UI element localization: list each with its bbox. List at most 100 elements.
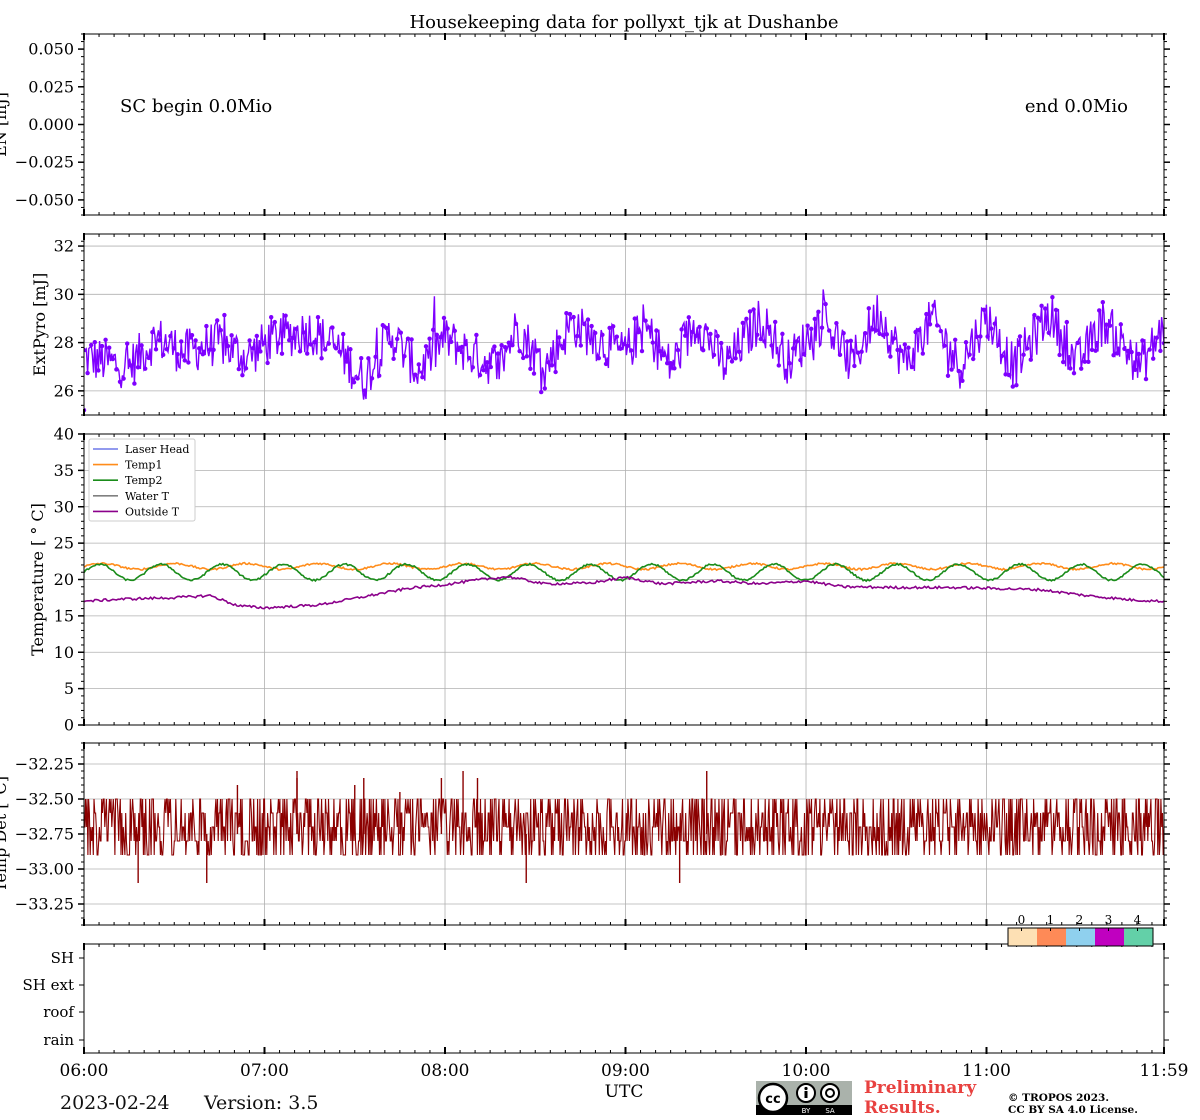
copyright-line2: CC BY SA 4.0 License. <box>1008 1104 1138 1116</box>
extpyro-point <box>611 324 616 329</box>
x-tick-label: 07:00 <box>240 1061 289 1081</box>
x-tick-label: 10:00 <box>782 1061 831 1081</box>
y-tick-label: 25 <box>54 534 74 553</box>
extpyro-point <box>582 321 587 327</box>
extpyro-point <box>639 348 645 354</box>
extpyro-point <box>647 325 652 330</box>
x-tick-label: 11:59 <box>1140 1061 1189 1081</box>
extpyro-point <box>438 335 443 340</box>
extpyro-point <box>711 352 717 358</box>
extpyro-point <box>686 315 691 320</box>
extpyro-point <box>362 388 367 393</box>
extpyro-point <box>827 328 832 333</box>
extpyro-point <box>899 348 904 353</box>
extpyro-point <box>1035 315 1041 321</box>
extpyro-point <box>902 342 907 347</box>
extpyro-point <box>258 349 263 354</box>
extpyro-point <box>463 341 468 347</box>
extpyro-point <box>107 345 112 350</box>
extpyro-point <box>863 331 868 336</box>
extpyro-point <box>121 376 126 381</box>
extpyro-point <box>161 352 166 358</box>
extpyro-point <box>1064 319 1070 325</box>
extpyro-point <box>989 326 994 331</box>
extpyro-point <box>330 325 335 330</box>
extpyro-point <box>114 367 119 372</box>
extpyro-point <box>618 346 623 351</box>
extpyro-point <box>92 339 98 345</box>
preliminary-notice: Preliminary Results. <box>864 1078 976 1118</box>
extpyro-point <box>200 351 205 357</box>
extpyro-point <box>531 371 537 376</box>
extpyro-point <box>819 325 825 330</box>
extpyro-point <box>715 333 720 339</box>
extpyro-point <box>398 330 403 335</box>
legend-label: Temp1 <box>125 459 162 472</box>
extpyro-point <box>812 316 817 322</box>
extpyro-point <box>751 307 756 312</box>
extpyro-point <box>553 369 558 375</box>
extpyro-point <box>960 378 965 383</box>
extpyro-point <box>729 359 735 364</box>
extpyro-point <box>236 366 241 372</box>
extpyro-point <box>351 380 357 385</box>
plot-area-extpyro <box>84 289 1164 413</box>
extpyro-point <box>571 314 576 320</box>
extpyro-point <box>1053 307 1059 313</box>
extpyro-point <box>301 330 306 335</box>
extpyro-point <box>481 367 486 373</box>
extpyro-point <box>884 332 889 337</box>
panel-frame <box>83 233 1165 416</box>
extpyro-point <box>189 332 195 338</box>
extpyro-point <box>546 360 551 365</box>
y-tick-label: −32.25 <box>15 755 74 774</box>
extpyro-point <box>1093 348 1098 353</box>
extpyro-point <box>348 347 353 352</box>
series-outside-t <box>84 575 1164 610</box>
extpyro-point <box>413 372 418 377</box>
extpyro-point <box>1118 322 1124 327</box>
extpyro-point <box>675 347 681 353</box>
extpyro-point <box>683 333 688 338</box>
extpyro-point <box>801 351 807 357</box>
cc-by-text: BY <box>802 1107 811 1115</box>
extpyro-point <box>981 307 987 312</box>
housekeeping-chart: Housekeeping data for pollyxt_tjk at Dus… <box>0 12 1189 1102</box>
legend-label: Temp2 <box>125 474 162 487</box>
extpyro-point <box>449 339 454 345</box>
extpyro-point <box>575 333 580 339</box>
extpyro-point <box>917 327 922 333</box>
extpyro-point <box>560 346 565 351</box>
extpyro-point <box>1097 308 1102 313</box>
extpyro-point <box>1025 346 1030 351</box>
extpyro-point <box>420 375 425 380</box>
extpyro-point <box>366 356 371 361</box>
extpyro-point <box>805 323 810 328</box>
colorbar-label: 0 <box>1018 913 1026 927</box>
preliminary-line1: Preliminary <box>864 1078 977 1098</box>
extpyro-point <box>888 354 893 359</box>
plot-area-temperature <box>84 561 1164 610</box>
extpyro-point <box>632 316 637 321</box>
extpyro-point <box>1068 366 1073 371</box>
extpyro-point <box>1071 370 1077 376</box>
extpyro-point <box>963 340 969 345</box>
extpyro-point <box>164 346 169 352</box>
extpyro-point <box>643 318 648 323</box>
extpyro-point <box>528 366 533 372</box>
extpyro-point <box>524 354 529 359</box>
colorbar-label: 3 <box>1105 913 1113 927</box>
extpyro-point <box>693 333 699 338</box>
extpyro-point <box>1140 338 1145 343</box>
extpyro-point <box>852 363 857 369</box>
extpyro-point <box>971 356 976 362</box>
extpyro-point <box>387 340 393 346</box>
extpyro-point <box>737 349 742 354</box>
extpyro-point <box>935 323 940 328</box>
legend: Laser Head Temp1 Temp2 Water T Outside T <box>88 438 196 522</box>
colorbar-cell <box>1124 928 1153 946</box>
panel-frame <box>83 33 1165 216</box>
extpyro-point <box>1107 323 1113 328</box>
extpyro-point <box>1017 334 1023 339</box>
extpyro-point <box>668 360 673 366</box>
